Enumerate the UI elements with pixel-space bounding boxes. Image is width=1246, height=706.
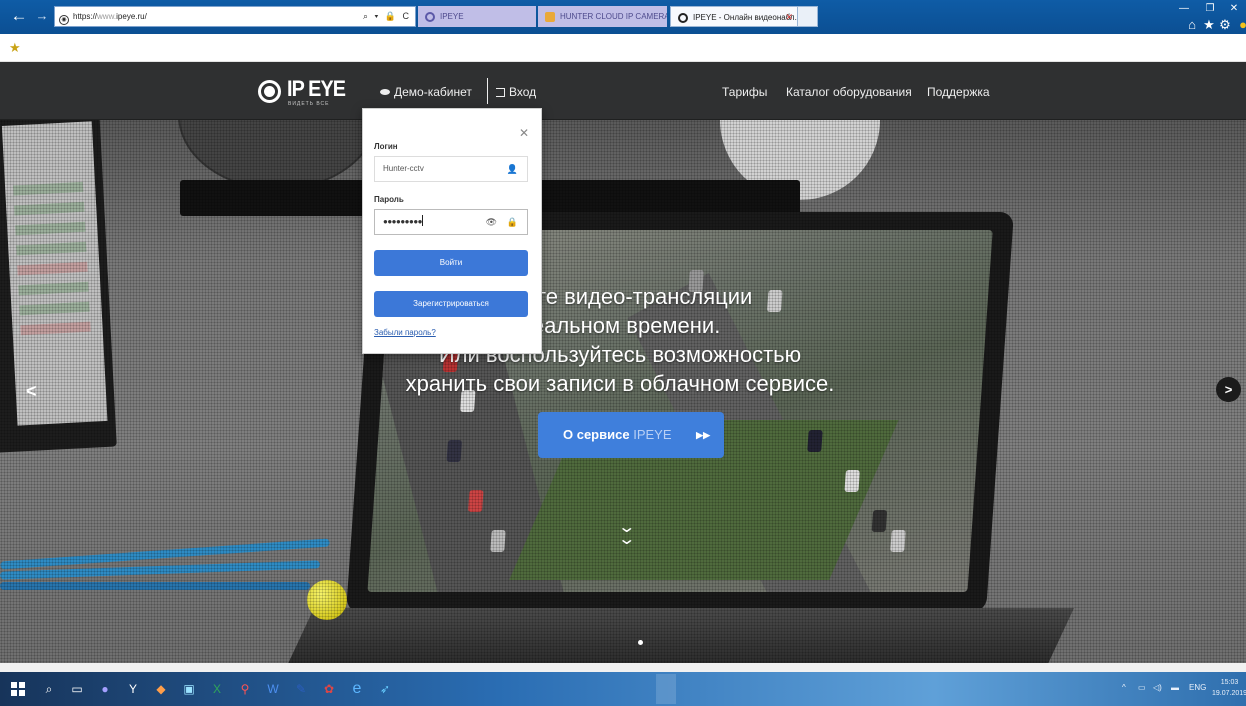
fast-forward-icon: ▶▶ [696, 430, 710, 440]
restore-icon[interactable]: ❐ [1203, 3, 1217, 14]
favorites-star-icon[interactable]: ★ [1202, 17, 1216, 33]
logo-text[interactable]: IP EYE [287, 76, 346, 102]
tab-label: HUNTER CLOUD IP CAMERA [560, 12, 667, 21]
forward-arrow-icon[interactable]: → [33, 4, 51, 28]
tab-label: IPEYE [440, 12, 464, 21]
close-tab-icon[interactable]: ✕ [785, 7, 793, 26]
page-bottom-strip [0, 663, 1246, 672]
password-label: Пароль [374, 195, 404, 204]
ipeye-favicon-icon [678, 13, 688, 23]
login-input-value: Hunter-cctv [383, 164, 424, 173]
tab-ipeye[interactable]: IPEYE [418, 6, 536, 27]
login-label: Логин [374, 142, 398, 151]
tab-active[interactable]: IPEYE - Онлайн видеонабл... ✕ [670, 6, 818, 27]
nav-login-label: Вход [509, 85, 537, 99]
slider-prev-arrow-icon[interactable]: < [26, 381, 37, 402]
site-identity-icon: ◉ [59, 15, 69, 25]
language-indicator[interactable]: ENG [1189, 683, 1206, 692]
clock-time: 15:03 [1220, 679, 1239, 686]
hunter-favicon-icon [545, 12, 555, 22]
photos-icon[interactable]: ▣ [180, 680, 198, 698]
text-cursor [422, 215, 423, 226]
maps-pin-icon[interactable]: ⚲ [236, 680, 254, 698]
about-service-button[interactable]: О сервисе IPEYE ▶▶ [538, 412, 724, 458]
game-icon[interactable]: ✿ [320, 680, 338, 698]
close-popover-icon[interactable]: ✕ [519, 126, 529, 140]
app-circle-icon[interactable]: ● [96, 680, 114, 698]
browser-toolbar: ← → ◉ https://www.ipeye.ru/ ⌕ ▾ 🔒 C IPEYE… [0, 0, 1246, 34]
volume-icon[interactable]: ◁) [1153, 683, 1162, 692]
excel-icon[interactable]: X [208, 680, 226, 698]
nav-catalog[interactable]: Каталог оборудования [786, 84, 912, 100]
sign-in-icon [496, 88, 505, 97]
login-popover: ✕ Логин Hunter-cctv 👤 Пароль ●●●●●●●●● 👁… [362, 108, 542, 354]
pen-icon[interactable]: ✎ [292, 680, 310, 698]
address-bar[interactable]: ◉ https://www.ipeye.ru/ ⌕ ▾ 🔒 C [54, 6, 416, 27]
windows-taskbar: ⌕ ▭ ● Y ◆ ▣ X ⚲ W ✎ ✿ e ➶ ^ ▭ ◁) ▬ ENG 1… [0, 672, 1246, 706]
close-window-icon[interactable]: ✕ [1227, 3, 1241, 14]
eye-icon [380, 89, 390, 95]
login-submit-button[interactable]: Войти [374, 250, 528, 276]
show-password-eye-icon[interactable]: 👁 [486, 210, 497, 234]
task-view-icon[interactable]: ▭ [68, 680, 86, 698]
new-tab-button[interactable] [797, 7, 817, 26]
windows-start-icon[interactable] [11, 682, 25, 696]
nav-support[interactable]: Поддержка [927, 84, 990, 100]
slider-dot[interactable] [638, 640, 643, 645]
taskbar-clock[interactable]: 15:03 19.07.2019 [1212, 677, 1246, 699]
nav-demo-label: Демо-кабинет [394, 85, 472, 99]
notifications-icon[interactable]: ▬ [1171, 683, 1179, 692]
logo-subtitle: ВИДЕТЬ ВСЕ [288, 101, 330, 107]
url-prefix: https:// [73, 12, 98, 21]
nav-login[interactable]: Вход [496, 84, 536, 100]
register-button[interactable]: Зарегистрироваться [374, 291, 528, 317]
about-service-label: О сервисе [563, 427, 630, 442]
back-arrow-icon[interactable]: ← [7, 4, 31, 28]
minimize-icon[interactable]: — [1177, 3, 1191, 14]
lock-icon: 🔒 [506, 217, 518, 227]
forgot-password-link[interactable]: Забыли пароль? [374, 328, 436, 337]
password-mask: ●●●●●●●●● [383, 217, 423, 226]
address-controls[interactable]: ⌕ ▾ 🔒 C [363, 7, 411, 26]
url-domain: ipeye.ru/ [116, 12, 147, 21]
slider-next-arrow-icon[interactable]: > [1216, 377, 1241, 402]
search-icon[interactable]: ⌕ [40, 680, 58, 698]
internet-explorer-icon[interactable]: e [348, 680, 366, 698]
favorites-bar: ★ [0, 34, 1246, 62]
nav-demo-cabinet[interactable]: Демо-кабинет [380, 84, 472, 100]
hero-line: хранить свои записи в облачном сервисе. [405, 371, 835, 396]
yandex-browser-icon[interactable]: Y [124, 680, 142, 698]
taskbar-separator [656, 674, 676, 704]
ipeye-logo-icon[interactable] [258, 80, 281, 103]
login-input[interactable]: Hunter-cctv 👤 [374, 156, 528, 182]
gear-icon[interactable]: ⚙ [1218, 17, 1232, 33]
ipeye-favicon-icon [425, 12, 435, 22]
paint-icon[interactable]: ◆ [152, 680, 170, 698]
home-icon[interactable]: ⌂ [1185, 17, 1199, 32]
tab-hunter[interactable]: HUNTER CLOUD IP CAMERA [538, 6, 667, 27]
url-www: www. [97, 12, 117, 21]
nav-tariffs[interactable]: Тарифы [722, 84, 767, 100]
network-icon[interactable]: ▭ [1138, 683, 1146, 692]
clock-date: 19.07.2019 [1212, 690, 1246, 697]
add-favorites-icon[interactable]: ★ [9, 34, 21, 62]
hero-slider: вляйте видео-трансляции реальном времени… [0, 120, 1246, 663]
tray-chevron-icon[interactable]: ^ [1122, 683, 1126, 692]
website: IP EYE ВИДЕТЬ ВСЕ Демо-кабинет Вход Тари… [0, 62, 1246, 663]
word-icon[interactable]: W [264, 680, 282, 698]
app-arrow-icon[interactable]: ➶ [376, 680, 394, 698]
password-input[interactable]: ●●●●●●●●● 👁 🔒 [374, 209, 528, 235]
about-service-brand: IPEYE [633, 427, 672, 442]
scroll-down-chevron-icon[interactable]: ⌄ ⌄ [617, 520, 636, 548]
site-header: IP EYE ВИДЕТЬ ВСЕ Демо-кабинет Вход Тари… [0, 62, 1246, 120]
smiley-feedback-icon[interactable]: ● [1236, 17, 1246, 32]
user-icon: 👤 [506, 164, 518, 174]
nav-divider [487, 78, 488, 104]
